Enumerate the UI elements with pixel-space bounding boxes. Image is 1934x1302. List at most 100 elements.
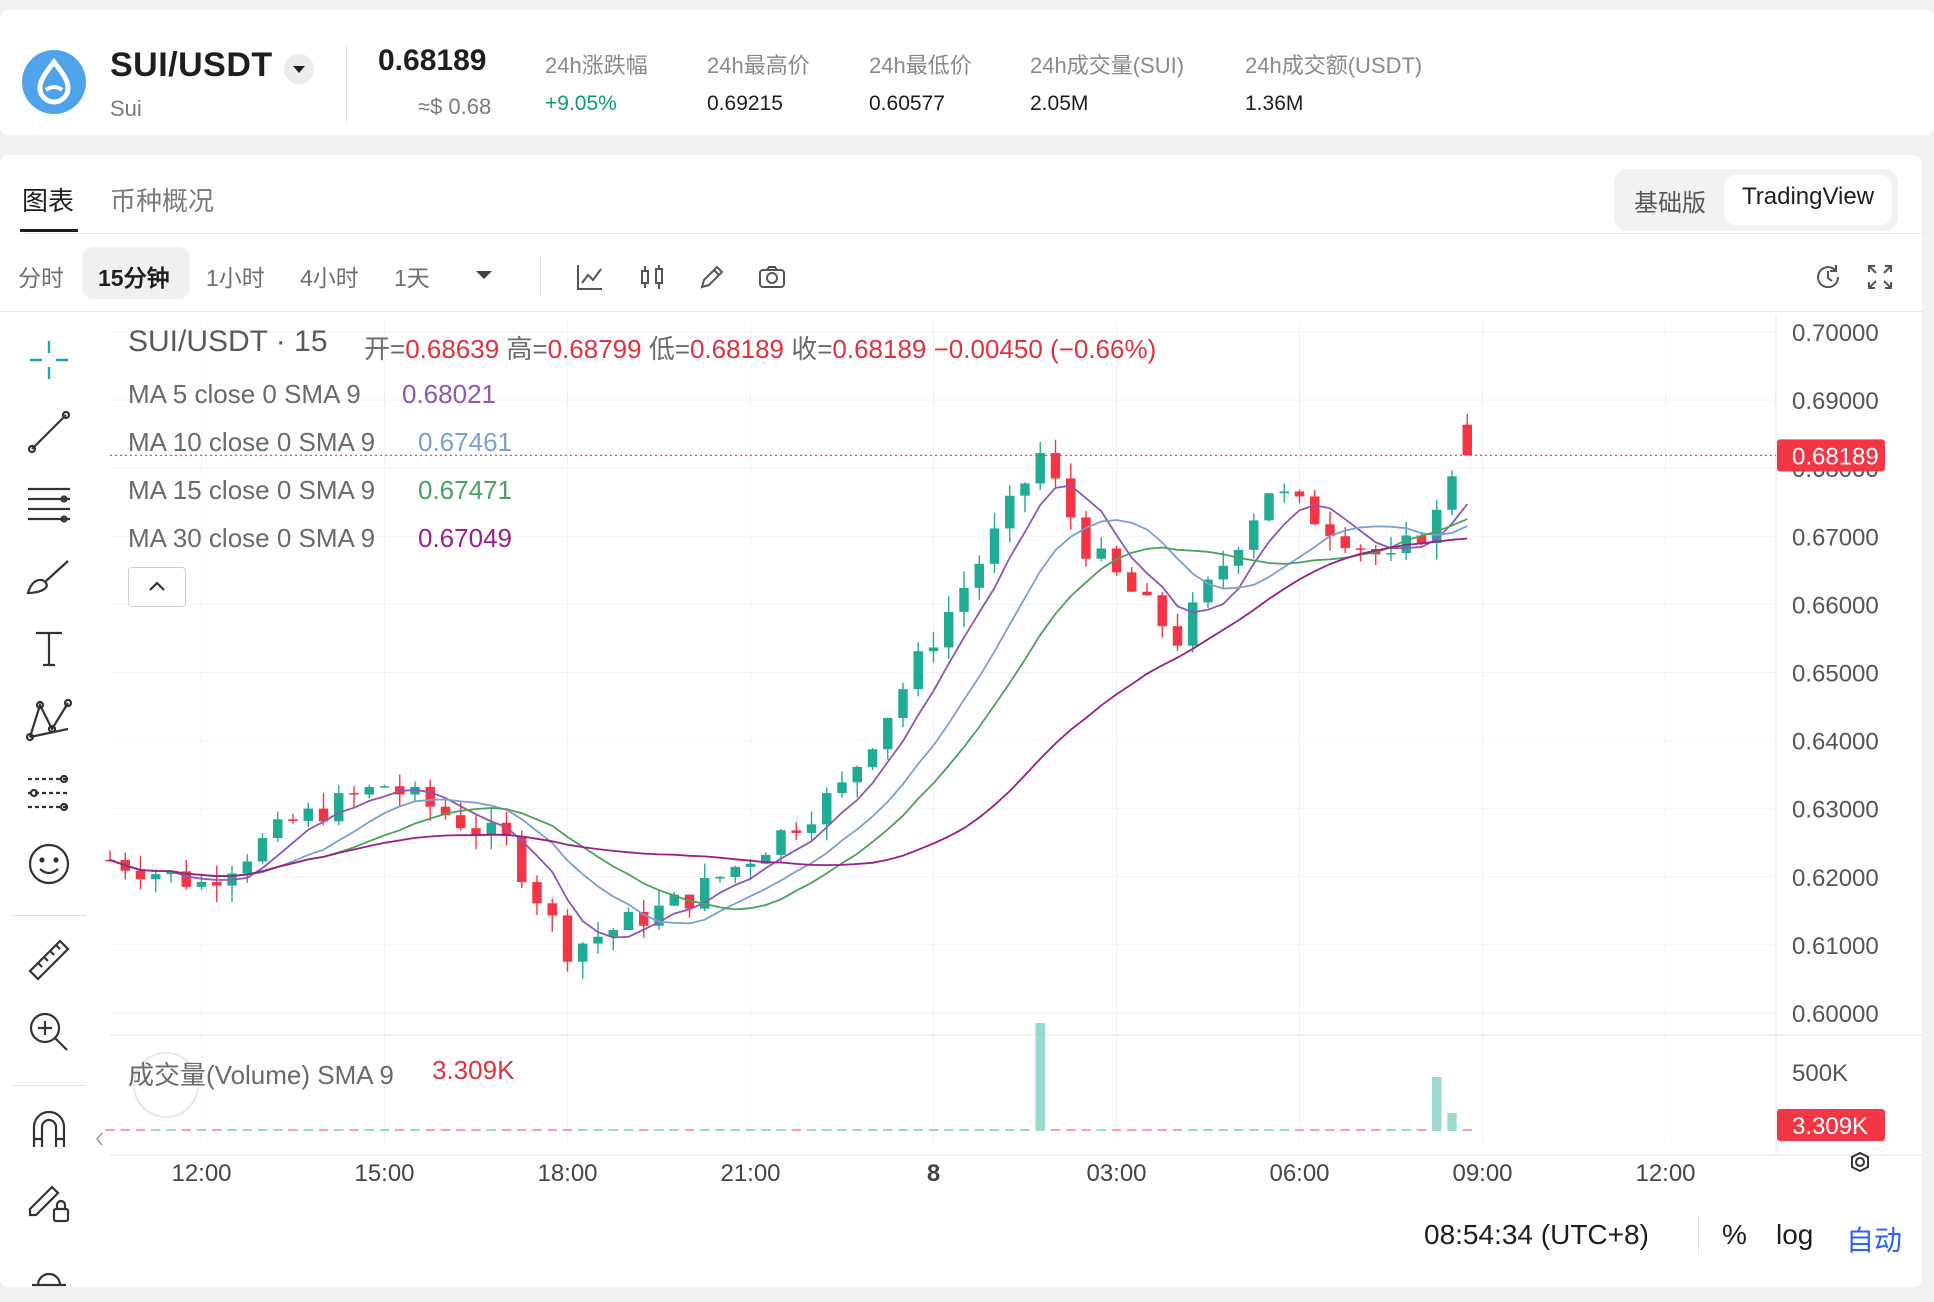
volume-bar [852, 1129, 862, 1131]
divider [346, 44, 347, 122]
volume-bar [395, 1129, 405, 1131]
legend-open-label: 开= [364, 334, 406, 364]
volume-bar [334, 1129, 344, 1131]
volume-bar [700, 1129, 710, 1131]
candle-body [1386, 553, 1396, 555]
collapse-legend-button[interactable] [128, 567, 186, 607]
volume-bar [257, 1129, 268, 1131]
candle-body [562, 915, 573, 962]
volume-bar [1127, 1129, 1137, 1131]
price-tick-label: 0.65000 [1792, 661, 1879, 688]
ma30-line [109, 537, 1468, 878]
candle-body [578, 943, 588, 962]
stat-label-volume: 24h成交量(SUI) [1030, 53, 1185, 78]
stat-label-low: 24h最低价 [869, 53, 972, 78]
volume-bar [1172, 1129, 1183, 1131]
candle-body [1294, 491, 1305, 497]
candle-body [1157, 595, 1167, 627]
volume-bar [730, 1129, 740, 1131]
chevron-left-icon [95, 1132, 103, 1146]
volume-bar [1264, 1129, 1274, 1131]
stat-value-low: 0.60577 [869, 92, 945, 115]
chevron-down-icon[interactable] [284, 54, 314, 84]
candle-body [791, 830, 801, 833]
candle-body [471, 828, 481, 835]
volume-bar [684, 1129, 695, 1131]
volume-bar [135, 1129, 146, 1131]
candle-body [745, 863, 756, 867]
candle-body [806, 824, 817, 833]
volume-bar [105, 1129, 115, 1131]
settings-icon [1851, 1151, 1869, 1173]
stat-label-turnover: 24h成交额(USDT) [1245, 53, 1423, 78]
candle-body [1066, 478, 1076, 518]
volume-label: 成交量(Volume) SMA 9 [128, 1060, 394, 1090]
legend-open: 0.68639 [405, 334, 500, 364]
legend-close: 0.68189 [832, 334, 927, 364]
volume-bar [1218, 1129, 1228, 1131]
volume-bar [1233, 1129, 1244, 1131]
volume-bar [318, 1129, 329, 1131]
volume-current-label: 3.309K [1792, 1113, 1868, 1140]
volume-bar [181, 1129, 191, 1131]
last-price: 0.68189 [378, 44, 487, 77]
volume-bar [715, 1129, 725, 1131]
volume-bar [1188, 1129, 1198, 1131]
clock: 08:54:34 (UTC+8) [1424, 1219, 1649, 1250]
candle-body [1249, 520, 1259, 550]
volume-bar [989, 1129, 1000, 1131]
chevron-up-icon [149, 581, 165, 591]
candle-body [1462, 424, 1472, 456]
candle-body [822, 793, 832, 825]
volume-bar [288, 1129, 298, 1131]
candle-body [1172, 626, 1183, 646]
candle-body [135, 870, 146, 880]
candle-body [532, 882, 542, 904]
auto-scale-button[interactable]: 自动 [1846, 1219, 1902, 1259]
candle-body [1081, 517, 1091, 559]
percent-scale-button[interactable]: % [1722, 1219, 1747, 1251]
pair-name[interactable]: SUI/USDT [110, 46, 273, 85]
price-tick-label: 0.67000 [1792, 524, 1879, 551]
candle-body [349, 793, 359, 795]
volume-bar [1340, 1129, 1350, 1131]
volume-bar [1203, 1129, 1213, 1131]
candle-body [1310, 496, 1320, 525]
stat-label-high: 24h最高价 [707, 53, 810, 78]
candle-body [212, 881, 222, 886]
volume-bar [1096, 1129, 1106, 1131]
ma10-value: 0.67461 [418, 427, 512, 457]
log-scale-button[interactable]: log [1776, 1219, 1813, 1251]
volume-bar [898, 1129, 908, 1131]
volume-bar [562, 1129, 573, 1131]
volume-bar [776, 1129, 786, 1131]
volume-bar [1355, 1129, 1366, 1131]
divider [1698, 1215, 1699, 1255]
volume-bar [959, 1129, 969, 1131]
stat-value-change: +9.05% [545, 92, 617, 115]
price-tick-label: 0.70000 [1792, 320, 1879, 347]
volume-bar [913, 1129, 923, 1131]
ma5-value: 0.68021 [402, 379, 496, 409]
volume-bar [1111, 1129, 1122, 1131]
ma15-value: 0.67471 [418, 475, 512, 505]
volume-bar [1401, 1129, 1411, 1131]
volume-bar [578, 1129, 588, 1131]
volume-bar [867, 1129, 878, 1131]
volume-bar [120, 1129, 130, 1131]
current-price-label: 0.68189 [1792, 443, 1879, 470]
candle-body [715, 876, 725, 879]
candle-body [1020, 483, 1030, 496]
volume-bar [212, 1129, 222, 1131]
volume-bar [1386, 1129, 1396, 1131]
price-usd: ≈$ 0.68 [418, 94, 492, 119]
time-tick-label: 15:00 [354, 1160, 414, 1187]
legend-high-label: 高= [506, 334, 548, 364]
candle-body [974, 563, 984, 588]
volume-bar [547, 1129, 557, 1131]
volume-bar [471, 1129, 481, 1131]
candle-body [1050, 453, 1061, 479]
candle-body [913, 651, 923, 690]
volume-bar [1020, 1129, 1030, 1131]
sui-coin-icon [22, 50, 86, 114]
